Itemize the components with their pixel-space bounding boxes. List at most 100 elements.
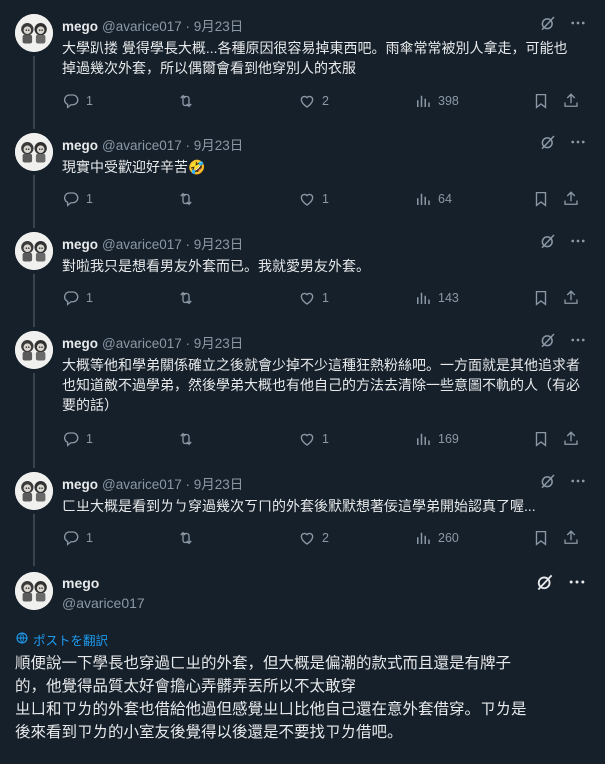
retweet-button[interactable] bbox=[177, 529, 201, 547]
bookmark-icon bbox=[532, 190, 550, 208]
retweet-button[interactable] bbox=[177, 289, 201, 307]
tweet-header: mego @avarice017 · 9月23日 bbox=[62, 473, 243, 493]
tweet-header-icons bbox=[539, 133, 587, 154]
grok-icon[interactable] bbox=[539, 472, 557, 493]
tweet-text: 大學趴搂 覺得學長大概...各種原因很容易掉東西吧。雨傘常常被別人拿走，可能也掉… bbox=[62, 40, 568, 76]
share-button[interactable] bbox=[562, 289, 580, 307]
bookmark-button[interactable] bbox=[532, 190, 550, 208]
tweet-actions: 1 2 398 bbox=[62, 92, 583, 112]
handle-date[interactable]: @avarice017 · 9月23日 bbox=[102, 336, 243, 351]
avatar[interactable] bbox=[15, 14, 53, 52]
handle[interactable]: @avarice017 bbox=[62, 593, 145, 613]
bookmark-button[interactable] bbox=[532, 289, 550, 307]
display-name[interactable]: mego bbox=[62, 573, 145, 593]
grok-icon[interactable] bbox=[539, 133, 557, 154]
share-button[interactable] bbox=[562, 92, 580, 110]
like-count: 1 bbox=[322, 291, 329, 305]
handle-date[interactable]: @avarice017 · 9月23日 bbox=[102, 477, 243, 492]
bookmark-button[interactable] bbox=[532, 430, 550, 448]
reply-icon bbox=[62, 289, 80, 307]
display-name[interactable]: mego bbox=[62, 19, 98, 34]
retweet-button[interactable] bbox=[177, 430, 201, 448]
reply-button[interactable]: 1 bbox=[62, 430, 93, 448]
bookmark-button[interactable] bbox=[532, 92, 550, 110]
retweet-icon bbox=[177, 190, 195, 208]
views-button[interactable]: 64 bbox=[414, 190, 452, 208]
avatar[interactable] bbox=[15, 232, 53, 270]
like-count: 2 bbox=[322, 94, 329, 108]
like-button[interactable]: 1 bbox=[298, 430, 329, 448]
reply-count: 1 bbox=[86, 531, 93, 545]
tweet-actions: 1 1 64 bbox=[62, 190, 583, 210]
like-button[interactable]: 2 bbox=[298, 529, 329, 547]
avatar[interactable] bbox=[15, 472, 53, 510]
views-icon bbox=[414, 529, 432, 547]
like-button[interactable]: 2 bbox=[298, 92, 329, 110]
views-button[interactable]: 260 bbox=[414, 529, 459, 547]
grok-icon[interactable] bbox=[539, 331, 557, 352]
avatar[interactable] bbox=[15, 133, 53, 171]
thread-line bbox=[33, 56, 35, 129]
tweet-header: mego @avarice017 · 9月23日 bbox=[62, 332, 243, 352]
views-button[interactable]: 143 bbox=[414, 289, 459, 307]
retweet-button[interactable] bbox=[177, 190, 201, 208]
display-name[interactable]: mego bbox=[62, 237, 98, 252]
tweet-header-icons bbox=[539, 472, 587, 493]
thread-line bbox=[33, 373, 35, 468]
handle-date[interactable]: @avarice017 · 9月23日 bbox=[102, 237, 243, 252]
reply-icon bbox=[62, 190, 80, 208]
display-name[interactable]: mego bbox=[62, 336, 98, 351]
more-icon[interactable] bbox=[569, 14, 587, 35]
views-button[interactable]: 169 bbox=[414, 430, 459, 448]
like-button[interactable]: 1 bbox=[298, 190, 329, 208]
focused-tweet-line: 後來看到ㄗㄌ的小室友後覺得以後還是不要找ㄗㄌ借吧。 bbox=[15, 724, 403, 741]
reply-button[interactable]: 1 bbox=[62, 529, 93, 547]
reply-count: 1 bbox=[86, 291, 93, 305]
tweet-actions: 1 1 169 bbox=[62, 430, 583, 450]
grok-icon[interactable] bbox=[539, 14, 557, 35]
like-count: 2 bbox=[322, 531, 329, 545]
handle-date[interactable]: @avarice017 · 9月23日 bbox=[102, 138, 243, 153]
views-count: 143 bbox=[438, 291, 459, 305]
retweet-button[interactable] bbox=[177, 92, 201, 110]
translate-post-link[interactable]: ポストを翻訳 bbox=[15, 630, 108, 649]
views-button[interactable]: 398 bbox=[414, 92, 459, 110]
reply-count: 1 bbox=[86, 192, 93, 206]
tweet-header-icons bbox=[539, 232, 587, 253]
share-button[interactable] bbox=[562, 529, 580, 547]
tweet-header: mego @avarice017 · 9月23日 bbox=[62, 134, 243, 154]
retweet-icon bbox=[177, 92, 195, 110]
share-button[interactable] bbox=[562, 430, 580, 448]
more-icon[interactable] bbox=[569, 331, 587, 352]
more-icon[interactable] bbox=[569, 133, 587, 154]
views-count: 64 bbox=[438, 192, 452, 206]
thread-line bbox=[33, 514, 35, 566]
focused-tweet-text: 順便說一下學長也穿過ㄈㄓ的外套，但大概是偏潮的款式而且還是有牌子 的，他覺得品質太… bbox=[15, 652, 585, 744]
bookmark-button[interactable] bbox=[532, 529, 550, 547]
retweet-icon bbox=[177, 430, 195, 448]
grok-icon[interactable] bbox=[539, 232, 557, 253]
focused-tweet-line: 的，他覺得品質太好會擔心弄髒弄丟所以不太敢穿 bbox=[15, 678, 357, 695]
share-button[interactable] bbox=[562, 190, 580, 208]
display-name[interactable]: mego bbox=[62, 477, 98, 492]
views-icon bbox=[414, 430, 432, 448]
more-icon[interactable] bbox=[567, 572, 587, 595]
grok-icon[interactable] bbox=[535, 572, 555, 595]
tweet-actions: 1 1 143 bbox=[62, 289, 583, 309]
more-icon[interactable] bbox=[569, 232, 587, 253]
avatar[interactable] bbox=[15, 331, 53, 369]
more-icon[interactable] bbox=[569, 472, 587, 493]
tweet-text: 大概等他和學弟關係確立之後就會少掉不少這種狂熱粉絲吧。一方面就是其他追求者也知道… bbox=[62, 357, 580, 413]
like-button[interactable]: 1 bbox=[298, 289, 329, 307]
reply-button[interactable]: 1 bbox=[62, 289, 93, 307]
bookmark-icon bbox=[532, 430, 550, 448]
avatar[interactable] bbox=[15, 572, 53, 610]
like-icon bbox=[298, 190, 316, 208]
handle-date[interactable]: @avarice017 · 9月23日 bbox=[102, 19, 243, 34]
reply-button[interactable]: 1 bbox=[62, 190, 93, 208]
share-icon bbox=[562, 289, 580, 307]
reply-button[interactable]: 1 bbox=[62, 92, 93, 110]
share-icon bbox=[562, 92, 580, 110]
views-count: 169 bbox=[438, 432, 459, 446]
display-name[interactable]: mego bbox=[62, 138, 98, 153]
